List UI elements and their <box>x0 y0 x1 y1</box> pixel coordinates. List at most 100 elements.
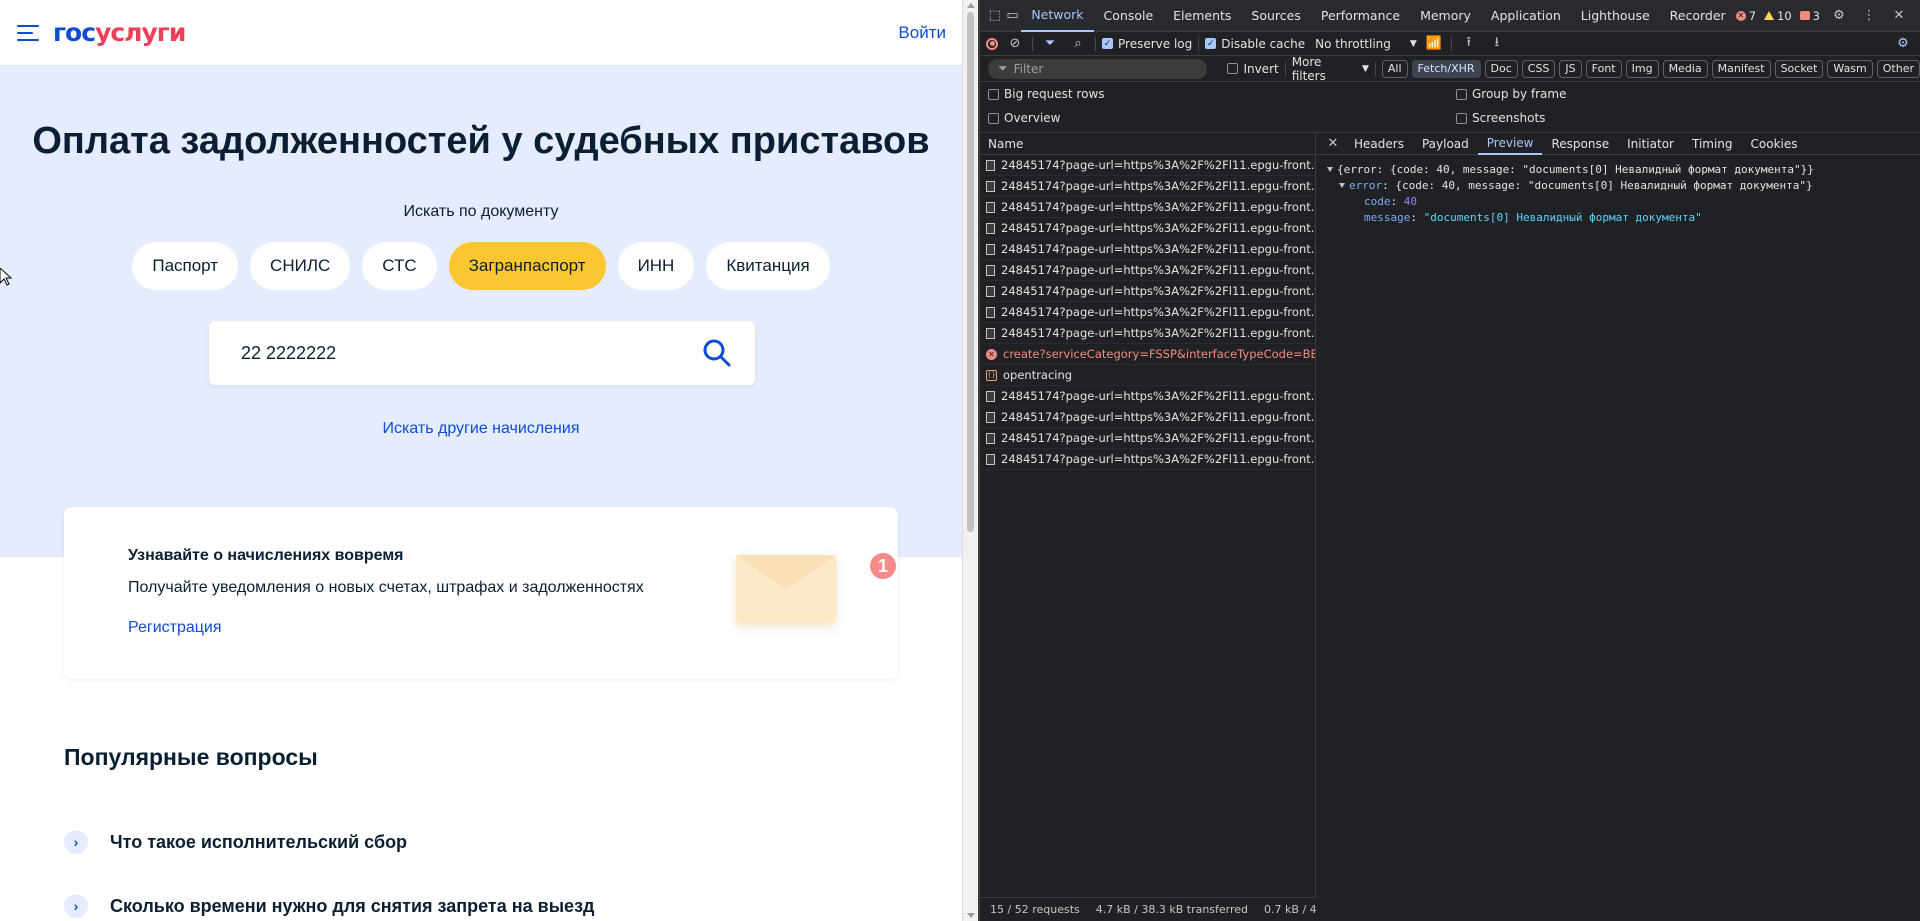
request-row[interactable]: 24845174?page-url=https%3A%2F%2Fl11.epgu… <box>980 281 1315 302</box>
export-har-icon[interactable]: ⭳ <box>1486 33 1508 55</box>
filter-funnel-icon[interactable]: ⏷ <box>1039 33 1061 55</box>
disable-cache-checkbox[interactable]: ✓ Disable cache <box>1205 37 1305 51</box>
detail-tab[interactable]: Preview <box>1477 133 1543 155</box>
page-scrollbar[interactable] <box>962 0 978 921</box>
other-charges-link[interactable]: Искать другие начисления <box>0 420 962 438</box>
request-row[interactable]: 24845174?page-url=https%3A%2F%2Fl11.epgu… <box>980 428 1315 449</box>
clear-icon[interactable]: ⊘ <box>1004 33 1026 55</box>
request-row[interactable]: 24845174?page-url=https%3A%2F%2Fl11.epgu… <box>980 260 1315 281</box>
kebab-menu-icon[interactable]: ⋮ <box>1858 5 1880 27</box>
type-filter-button[interactable]: Manifest <box>1711 59 1771 78</box>
doc-type-chip[interactable]: Паспорт <box>132 242 239 290</box>
settings-gear-icon[interactable]: ⚙ <box>1828 5 1850 27</box>
import-har-icon[interactable]: ⭱ <box>1458 33 1480 55</box>
devtools-tab[interactable]: Sources <box>1241 0 1310 32</box>
type-filter-button[interactable]: Doc <box>1484 59 1518 78</box>
overview-checkbox[interactable]: Overview <box>988 111 1061 125</box>
faq-item[interactable]: › Что такое исполнительский сбор <box>64 830 407 854</box>
name-column-header[interactable]: Name <box>980 133 1315 155</box>
devtools-tab[interactable]: Application <box>1481 0 1571 32</box>
search-icon[interactable] <box>701 337 733 369</box>
throttling-select[interactable]: No throttling ▼ <box>1315 37 1417 51</box>
doc-type-chip[interactable]: СНИЛС <box>250 242 351 290</box>
doc-type-chip[interactable]: Загранпаспорт <box>448 242 606 290</box>
detail-tab[interactable]: Cookies <box>1742 133 1807 155</box>
search-network-icon[interactable]: ⌕ <box>1067 33 1089 55</box>
detail-tab[interactable]: Response <box>1542 133 1618 155</box>
type-filter-button[interactable]: Wasm <box>1827 59 1873 78</box>
group-by-frame-checkbox[interactable]: Group by frame <box>1456 87 1566 101</box>
notify-title: Узнавайте о начислениях вовремя <box>128 547 404 564</box>
close-devtools-icon[interactable]: ✕ <box>1888 5 1910 27</box>
request-row[interactable]: 24845174?page-url=https%3A%2F%2Fl11.epgu… <box>980 386 1315 407</box>
request-detail: ✕ Headers Payload Preview Response Initiator… <box>1317 133 1920 921</box>
devtools-tab[interactable]: Network <box>1021 0 1094 32</box>
filter-icon: ⏷ <box>998 61 1008 75</box>
request-row[interactable]: 24845174?page-url=https%3A%2F%2Fl11.epgu… <box>980 323 1315 344</box>
type-filter-button[interactable]: JS <box>1559 59 1582 78</box>
request-row[interactable]: {} opentracing <box>980 365 1315 386</box>
devtools-tab[interactable]: Memory <box>1410 0 1481 32</box>
gosuslugi-logo[interactable]: госуслуги <box>53 18 186 47</box>
type-filter-button[interactable]: CSS <box>1521 59 1556 78</box>
network-conditions-icon[interactable]: 📶 <box>1423 33 1445 55</box>
scrollbar-thumb[interactable] <box>967 12 974 532</box>
device-toolbar-icon[interactable]: ▭ <box>1004 5 1022 27</box>
document-search-box[interactable]: 22 2222222 <box>209 321 755 385</box>
type-filter-button[interactable]: Font <box>1585 59 1622 78</box>
menu-icon[interactable] <box>17 24 39 41</box>
type-filter-button[interactable]: Media <box>1662 59 1708 78</box>
request-row[interactable]: 24845174?page-url=https%3A%2F%2Fl11.epgu… <box>980 176 1315 197</box>
type-filter-button[interactable]: Fetch/XHR <box>1411 59 1481 78</box>
more-filters-dropdown[interactable]: More filters ▼ <box>1292 55 1369 83</box>
devtools-tab[interactable]: Performance <box>1311 0 1410 32</box>
preserve-log-checkbox[interactable]: ✓ Preserve log <box>1102 37 1192 51</box>
document-number-input[interactable]: 22 2222222 <box>241 343 701 364</box>
close-detail-icon[interactable]: ✕ <box>1325 136 1341 151</box>
detail-tab[interactable]: Initiator <box>1618 133 1683 155</box>
doc-type-chip[interactable]: СТС <box>362 242 437 290</box>
type-filter-button[interactable]: All <box>1381 59 1408 78</box>
json-value-message: "documents[0] Невалидный формат документ… <box>1423 210 1702 224</box>
registration-link[interactable]: Регистрация <box>128 619 222 637</box>
request-row[interactable]: 24845174?page-url=https%3A%2F%2Fl11.epgu… <box>980 449 1315 470</box>
request-row[interactable]: ✕ create?serviceCategory=FSSP&interfaceTy… <box>980 344 1315 365</box>
page-title: Оплата задолженностей у судебных пристав… <box>32 120 930 162</box>
detail-tab[interactable]: Timing <box>1683 133 1742 155</box>
type-filter-button[interactable]: Img <box>1625 59 1659 78</box>
type-filter-button[interactable]: Socket <box>1774 59 1824 78</box>
doc-type-chip[interactable]: ИНН <box>617 242 695 290</box>
big-request-rows-checkbox[interactable]: Big request rows <box>988 87 1105 101</box>
issue-icon <box>1799 11 1810 20</box>
request-row[interactable]: 24845174?page-url=https%3A%2F%2Fl11.epgu… <box>980 302 1315 323</box>
type-filter-button[interactable]: Other <box>1876 59 1920 78</box>
issue-count[interactable]: 3 <box>1799 9 1820 23</box>
request-row[interactable]: 24845174?page-url=https%3A%2F%2Fl11.epgu… <box>980 407 1315 428</box>
doc-type-chip[interactable]: Квитанция <box>706 242 830 290</box>
request-name: 24845174?page-url=https%3A%2F%2Fl11.epgu… <box>1001 326 1315 340</box>
request-row[interactable]: 24845174?page-url=https%3A%2F%2Fl11.epgu… <box>980 239 1315 260</box>
inspect-element-icon[interactable]: ⬚ <box>986 5 1004 27</box>
devtools-tab[interactable]: Recorder <box>1660 0 1736 32</box>
request-row[interactable]: 24845174?page-url=https%3A%2F%2Fl11.epgu… <box>980 197 1315 218</box>
detail-tab[interactable]: Payload <box>1413 133 1478 155</box>
network-settings-gear-icon[interactable]: ⚙ <box>1892 33 1914 55</box>
record-icon[interactable] <box>986 37 998 50</box>
request-row[interactable]: 24845174?page-url=https%3A%2F%2Fl11.epgu… <box>980 218 1315 239</box>
detail-tab[interactable]: Headers <box>1345 133 1413 155</box>
error-count[interactable]: ✕ 7 <box>1735 9 1756 23</box>
invert-checkbox[interactable]: Invert <box>1227 62 1279 76</box>
devtools-tab[interactable]: Elements <box>1163 0 1241 32</box>
filter-input[interactable]: ⏷ Filter <box>988 58 1208 79</box>
login-link[interactable]: Войти <box>898 23 946 43</box>
filter-bar: ⏷ Filter Invert More filters ▼ All Fetch/XH… <box>980 55 1920 83</box>
screenshots-checkbox[interactable]: Screenshots <box>1456 111 1545 125</box>
request-row[interactable]: 24845174?page-url=https%3A%2F%2Fl11.epgu… <box>980 155 1315 176</box>
devtools-tab[interactable]: Lighthouse <box>1571 0 1660 32</box>
json-root[interactable]: {error: {code: 40, message: "documents[0… <box>1317 161 1920 177</box>
faq-item[interactable]: › Сколько времени нужно для снятия запрет… <box>64 894 594 918</box>
devtools-tab[interactable]: Console <box>1094 0 1164 32</box>
warning-count[interactable]: 10 <box>1764 9 1792 23</box>
json-error-node[interactable]: error: {code: 40, message: "documents[0]… <box>1317 177 1920 193</box>
group-by-frame-label: Group by frame <box>1472 87 1567 101</box>
